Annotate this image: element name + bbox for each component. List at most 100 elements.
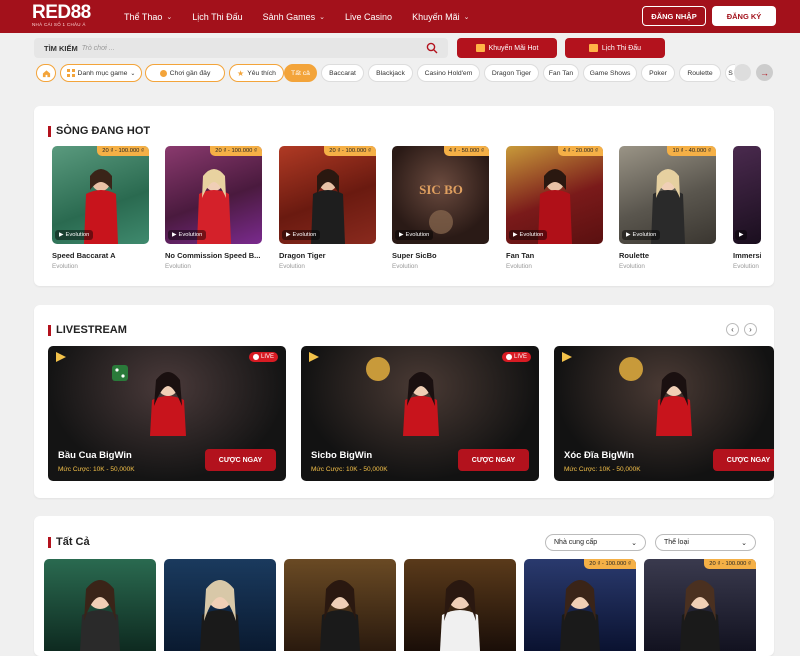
recent-games-chip[interactable]: Chơi gần đây [145,64,225,82]
register-button[interactable]: ĐĂNG KÝ [712,6,776,26]
nav-live-casino[interactable]: Live Casino [345,12,392,22]
provider-badge: ▶ Evolution [55,230,94,240]
game-name: Roulette [619,251,649,260]
scroll-right-button[interactable]: → [756,64,773,81]
game-provider: Evolution [506,263,532,270]
bet-range-badge: 4 ₫ - 20.000 ₫ [557,146,603,156]
chip-casino-holdem[interactable]: Casino Hold'em [417,64,480,82]
bet-now-button[interactable]: CƯỢC NGAY [458,449,529,471]
livestream-next-button[interactable]: › [744,323,757,336]
dealer-image [403,372,439,436]
livestream-prev-button[interactable]: ‹ [726,323,739,336]
hot-game-card[interactable]: 4 ₫ - 20.000 ₫ ▶ Evolution Fan Tan Evolut… [506,146,603,270]
nav-live-casino-label: Live Casino [345,11,393,22]
provider-filter-label: Nhà cung cấp [554,539,598,546]
game-provider: Evolution [165,263,191,270]
chip-roulette[interactable]: Roulette [679,64,721,82]
provider-badge-label: Evolution [405,232,430,238]
game-thumbnail[interactable]: 20 ₫ - 100.000 ₫ ▶ Evolution [165,146,262,244]
bet-range-badge: 20 ₫ - 100.000 ₫ [97,146,149,156]
game-provider: Evolution [733,263,759,270]
nav-schedule[interactable]: Lịch Thi Đấu [192,12,242,22]
favorites-chip[interactable]: ★ Yêu thích [229,64,284,82]
game-name: Dragon Tiger [279,251,326,260]
game-thumbnail[interactable]: 10 ₫ - 40.000 ₫ ▶ Evolution [619,146,716,244]
search-icon[interactable] [426,42,438,54]
evolution-logo-icon: ▶ [286,232,291,238]
game-card[interactable]: 20 ₫ - 100.000 ₫ [644,559,756,651]
game-category-dropdown[interactable]: Danh mục game ⌄ [60,64,142,82]
hot-title-text: SÒNG ĐANG HOT [56,125,151,137]
search-bar[interactable]: TÌM KIẾM Trò chơi ... [34,38,448,58]
game-card[interactable] [284,559,396,651]
stream-name: Bầu Cua BigWin [58,450,132,461]
all-games-panel: Tất Cả Nhà cung cấp ⌄ Thể loại ⌄ 20 ₫ - … [34,516,774,656]
chevron-down-icon: ⌄ [463,13,470,21]
chip-dragon-tiger[interactable]: Dragon Tiger [484,64,539,82]
scroll-left-button[interactable] [734,64,751,81]
title-accent-bar [48,536,51,548]
evolution-logo-icon: ▶ [626,232,631,238]
provider-filter-dropdown[interactable]: Nhà cung cấp ⌄ [545,534,646,551]
nav-promotions[interactable]: Khuyến Mãi ⌄ [412,12,469,22]
hot-game-card[interactable]: SIC BO 4 ₫ - 50.000 ₫ ▶ Evolution Super S… [392,146,489,270]
hot-game-card[interactable]: 20 ₫ - 100.000 ₫ ▶ Evolution No Commissio… [165,146,262,270]
provider-badge-label: Evolution [632,232,657,238]
chip-all[interactable]: Tất cả [284,64,317,82]
stream-name: Sicbo BigWin [311,450,373,461]
dice-icon [112,365,128,381]
nav-schedule-label: Lịch Thi Đấu [192,11,243,22]
hot-game-card[interactable]: 20 ₫ - 100.000 ₫ ▶ Evolution Dragon Tiger… [279,146,376,270]
nav-game-hall[interactable]: Sảnh Games ⌄ [263,12,325,22]
stream-bet-range: Mức Cược: 10K - 50,000K [311,466,388,473]
home-icon [42,69,50,77]
evolution-logo-icon: ▶ [399,232,404,238]
game-name: Super SicBo [392,251,437,260]
livestream-card[interactable]: LIVE Sicbo BigWin Mức Cược: 10K - 50,000… [301,346,539,481]
filter-chips: Danh mục game ⌄ Chơi gần đây ★ Yêu thích… [34,64,794,84]
game-thumbnail[interactable]: 4 ₫ - 20.000 ₫ ▶ Evolution [506,146,603,244]
match-schedule-button[interactable]: Lịch Thi Đấu [565,38,665,58]
bet-now-button[interactable]: CƯỢC NGAY [713,449,774,471]
game-card[interactable]: 20 ₫ - 100.000 ₫ [524,559,636,651]
game-thumbnail[interactable]: SIC BO 4 ₫ - 50.000 ₫ ▶ Evolution [392,146,489,244]
game-card[interactable] [44,559,156,651]
chip-baccarat[interactable]: Baccarat [321,64,364,82]
all-games-title: Tất Cả [48,536,90,548]
chip-game-shows[interactable]: Game Shows [583,64,637,82]
dealer-image [80,580,120,651]
evolution-logo-icon: ▶ [739,232,744,238]
game-thumbnail[interactable]: ▶ [733,146,761,244]
hot-game-card[interactable]: 20 ₫ - 100.000 ₫ ▶ Evolution Speed Baccar… [52,146,149,270]
livestream-card[interactable]: Xóc Đĩa BigWin Mức Cược: 10K - 50,000K C… [554,346,774,481]
livestream-card[interactable]: LIVE Bầu Cua BigWin Mức Cược: 10K - 50,0… [48,346,286,481]
type-filter-dropdown[interactable]: Thể loại ⌄ [655,534,756,551]
chip-blackjack[interactable]: Blackjack [368,64,413,82]
login-button[interactable]: ĐĂNG NHẬP [642,6,706,26]
bet-range-badge: 4 ₫ - 50.000 ₫ [443,146,489,156]
provider-badge-label: Evolution [178,232,203,238]
hot-section-title: SÒNG ĐANG HOT [48,125,150,137]
dealer-image [320,580,360,651]
game-thumbnail[interactable]: 20 ₫ - 100.000 ₫ ▶ Evolution [52,146,149,244]
chip-fan-tan[interactable]: Fan Tan [543,64,579,82]
game-card[interactable] [164,559,276,651]
game-card[interactable] [404,559,516,651]
red88-logo[interactable]: RED88 NHÀ CÁI SỐ 1 CHÂU Á [32,3,102,30]
star-icon: ★ [237,68,245,78]
hot-promotion-button[interactable]: Khuyến Mãi Hot [457,38,557,58]
bet-range-badge: 20 ₫ - 100.000 ₫ [704,559,756,569]
chevron-right-icon: › [749,325,752,334]
home-chip[interactable] [36,64,56,82]
title-accent-bar [48,324,51,336]
bet-now-button[interactable]: CƯỢC NGAY [205,449,276,471]
nav-sports[interactable]: Thể Thao ⌄ [124,12,172,22]
nav-sports-label: Thể Thao [124,11,163,22]
hot-game-card[interactable]: ▶ Immersi Evolution [733,146,761,270]
hot-game-card[interactable]: 10 ₫ - 40.000 ₫ ▶ Evolution Roulette Evol… [619,146,716,270]
dealer-image [680,580,720,651]
chevron-down-icon: ⌄ [319,13,326,21]
chip-poker[interactable]: Poker [641,64,675,82]
game-thumbnail[interactable]: 20 ₫ - 100.000 ₫ ▶ Evolution [279,146,376,244]
search-input[interactable]: Trò chơi ... [82,45,115,52]
